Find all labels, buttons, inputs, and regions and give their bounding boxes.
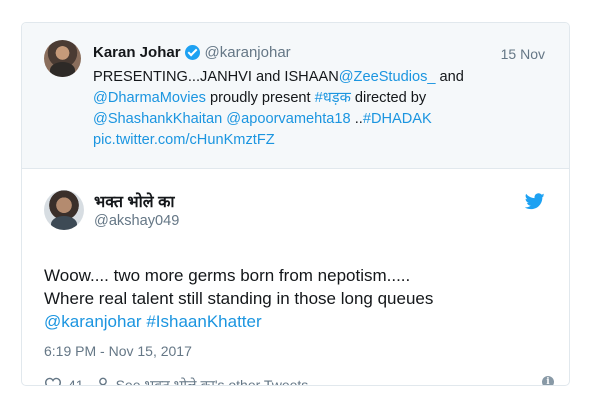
mention-apoorvamehta-link[interactable]: @apoorvamehta18 — [226, 111, 350, 127]
quoted-text-segment: PRESENTING...JANHVI and ISHAAN — [93, 69, 339, 85]
hashtag-ishaankhatter-link[interactable]: #IshaanKhatter — [146, 312, 261, 331]
author-avatar[interactable] — [44, 190, 84, 230]
embedded-tweet-card[interactable]: Karan Johar @karanjohar 15 Nov PRESENTIN… — [21, 22, 570, 386]
person-icon — [98, 377, 107, 385]
other-tweets-link[interactable]: See भक्त भोले का's other Tweets — [116, 376, 309, 386]
tweet-timestamp[interactable]: 6:19 PM - Nov 15, 2017 — [44, 343, 192, 359]
quoted-text-segment: .. — [350, 111, 363, 127]
tweet-actions: 41 See भक्त भोले का's other Tweets i — [44, 373, 554, 386]
tweet-text-line: Woow.... two more germs born from nepoti… — [44, 266, 411, 285]
hashtag-dhadak-hindi-link[interactable]: #धड़क — [315, 90, 351, 106]
quoted-text-segment: directed by — [350, 90, 427, 106]
quoted-avatar[interactable] — [44, 40, 81, 77]
info-icon[interactable]: i — [542, 376, 554, 385]
quoted-author-handle[interactable]: @karanjohar — [205, 44, 291, 61]
verified-badge-icon — [184, 45, 200, 60]
tweet-text-line: Where real talent still standing in thos… — [44, 289, 434, 308]
quoted-author-name[interactable]: Karan Johar — [93, 44, 181, 61]
quoted-tweet[interactable]: Karan Johar @karanjohar 15 Nov PRESENTIN… — [22, 23, 569, 169]
mention-shashankkhaitan-link[interactable]: @ShashankKhaitan — [93, 111, 222, 127]
quoted-header: Karan Johar @karanjohar — [93, 44, 291, 61]
quoted-tweet-text: PRESENTING...JANHVI and ISHAAN@ZeeStudio… — [93, 67, 553, 151]
mention-karanjohar-link[interactable]: @karanjohar — [44, 312, 142, 331]
mention-dharmamovies-link[interactable]: @DharmaMovies — [93, 90, 206, 106]
tweet-text: Woow.... two more germs born from nepoti… — [44, 264, 554, 333]
hashtag-dhadak-link[interactable]: #DHADAK — [363, 111, 432, 127]
quoted-date[interactable]: 15 Nov — [501, 46, 545, 62]
mention-zeestudios-link[interactable]: @ZeeStudios_ — [339, 69, 436, 85]
quoted-text-segment: and — [435, 69, 464, 85]
like-count[interactable]: 41 — [68, 377, 84, 385]
pic-twitter-link[interactable]: pic.twitter.com/cHunKmztFZ — [93, 132, 275, 148]
heart-icon[interactable] — [44, 377, 62, 386]
author-handle[interactable]: @akshay049 — [94, 213, 179, 229]
twitter-bird-icon[interactable] — [525, 193, 545, 210]
quoted-text-segment: proudly present — [205, 90, 315, 106]
tweet-text-line: @karanjohar #IshaanKhatter — [44, 310, 554, 333]
author-name[interactable]: भक्त भोले का — [94, 190, 175, 212]
